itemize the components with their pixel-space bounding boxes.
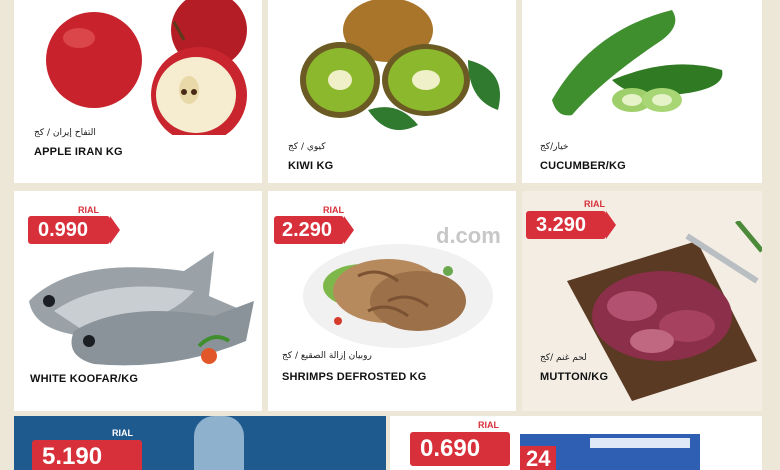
kiwi-name: KIWI KG xyxy=(288,160,334,172)
product-card-cucumber[interactable]: خيار/كج CUCUMBER/KG xyxy=(522,0,762,183)
water-price-tag: 5.190 xyxy=(32,440,142,470)
product-card-koofar[interactable]: RIAL 0.990 WHITE KOOFAR/KG xyxy=(14,191,262,411)
product-card-mutton[interactable]: RIAL 3.290 لحم غنم /كج MUTTON/KG xyxy=(522,191,762,411)
mutton-name-arabic: لحم غنم /كج xyxy=(540,353,587,363)
milk-price: 0.690 xyxy=(420,435,481,462)
apple-image xyxy=(46,0,247,135)
kiwi-name-arabic: كيوي / كج xyxy=(288,142,326,152)
milk-currency: RIAL xyxy=(478,420,499,430)
water-price: 5.190 xyxy=(42,443,103,470)
fish-image xyxy=(29,251,254,366)
shrimps-name: SHRIMPS DEFROSTED KG xyxy=(282,371,427,383)
shrimps-currency: RIAL xyxy=(323,205,344,215)
mutton-name: MUTTON/KG xyxy=(540,371,609,383)
shrimps-image xyxy=(303,244,493,348)
koofar-price: 0.990 xyxy=(38,219,89,241)
water-currency: RIAL xyxy=(112,428,133,438)
cucumber-image xyxy=(552,10,723,116)
shrimps-name-arabic: روبيان إزالة الصقيع / كج xyxy=(282,351,372,361)
water-splash xyxy=(194,416,244,470)
cucumber-name: CUCUMBER/KG xyxy=(540,160,626,172)
apple-name: APPLE IRAN KG xyxy=(34,146,123,158)
product-card-milk[interactable]: RIAL 0.690 24 xyxy=(390,416,762,470)
product-card-kiwi[interactable]: كيوي / كج KIWI KG xyxy=(268,0,516,183)
milk-price-tag: 0.690 xyxy=(410,432,510,466)
milk-pack-label xyxy=(590,438,690,448)
milk-badge: 24 xyxy=(520,446,557,470)
cucumber-name-arabic: خيار/كج xyxy=(540,142,569,152)
product-card-water[interactable]: RIAL 5.190 xyxy=(14,416,386,470)
kiwi-image xyxy=(300,0,500,130)
koofar-currency: RIAL xyxy=(78,205,99,215)
product-card-apple[interactable]: التفاح إيران / كج APPLE IRAN KG xyxy=(14,0,262,183)
koofar-name: WHITE KOOFAR/KG xyxy=(30,373,139,385)
product-card-shrimps[interactable]: RIAL 2.290 d.com روبيان إزالة الصقيع / ك… xyxy=(268,191,516,411)
koofar-price-tag: 0.990 xyxy=(28,216,120,244)
apple-name-arabic: التفاح إيران / كج xyxy=(34,128,96,138)
mutton-currency: RIAL xyxy=(584,199,605,209)
koofar-tag-arrow xyxy=(110,216,120,244)
